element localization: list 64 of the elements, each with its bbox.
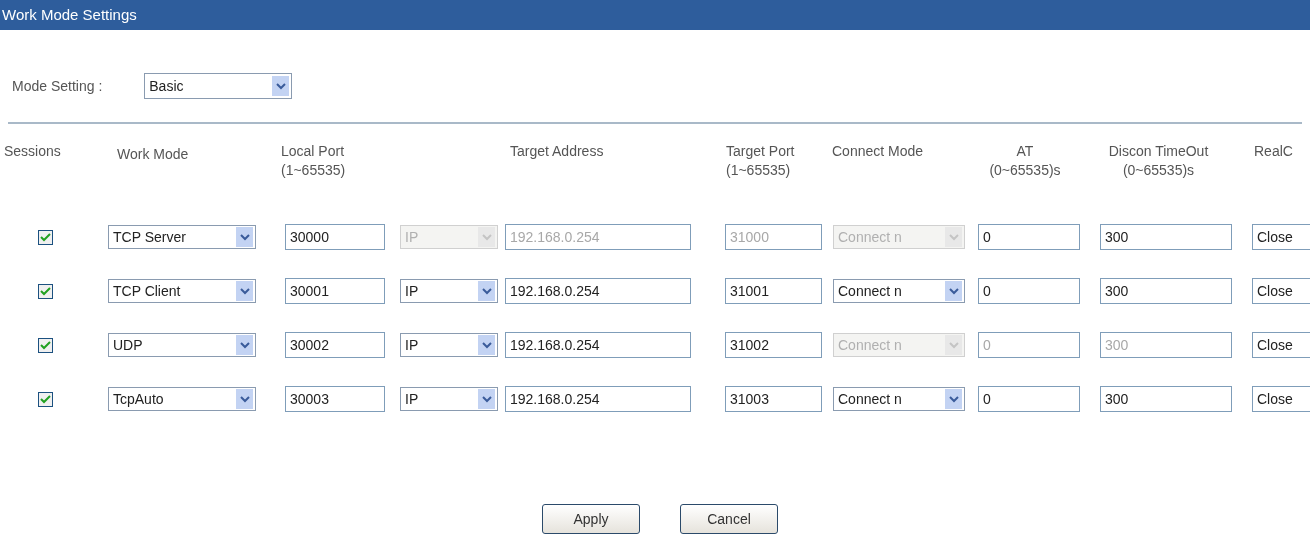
local-port-field[interactable]: 30002 — [285, 332, 385, 358]
column-header: Target Port — [726, 142, 795, 161]
caret-icon — [478, 281, 495, 301]
column-header: AT — [1016, 142, 1034, 161]
caret-icon — [478, 389, 495, 409]
target-port-field[interactable]: 31003 — [725, 386, 822, 412]
mode-setting-label: Mode Setting : — [12, 76, 103, 96]
discon-timeout-field[interactable]: 300 — [1100, 224, 1232, 250]
realc-field[interactable]: Close — [1252, 278, 1310, 304]
caret-icon — [945, 227, 962, 247]
target-address-field[interactable]: 192.168.0.254 — [505, 278, 691, 304]
caret-icon — [945, 335, 962, 355]
column-range: (0~65535)s — [989, 161, 1061, 180]
target-address-field[interactable]: 192.168.0.254 — [505, 386, 691, 412]
session-checkbox[interactable] — [38, 283, 53, 299]
column-range: (1~65535) — [726, 161, 791, 180]
realc-field[interactable]: Close — [1252, 332, 1310, 358]
column-header: Discon TimeOut — [1108, 142, 1209, 161]
target-port-field[interactable]: 31002 — [725, 332, 822, 358]
local-port-field[interactable]: 30001 — [285, 278, 385, 304]
caret-icon — [478, 335, 495, 355]
caret-icon — [236, 335, 253, 355]
address-type-select[interactable]: IP — [400, 387, 498, 411]
caret-icon — [945, 281, 962, 301]
target-address-field[interactable]: 192.168.0.254 — [505, 332, 691, 358]
caret-icon — [236, 389, 253, 409]
caret-icon — [236, 281, 253, 301]
column-range: (0~65535)s — [1122, 161, 1195, 180]
column-header: Work Mode — [117, 145, 189, 164]
session-checkbox[interactable] — [38, 337, 53, 353]
discon-timeout-field[interactable]: 300 — [1100, 386, 1232, 412]
address-type-select[interactable]: IP — [400, 333, 498, 357]
column-header: Sessions — [4, 142, 61, 161]
discon-timeout-field[interactable]: 300 — [1100, 278, 1232, 304]
session-checkbox[interactable] — [38, 229, 53, 245]
column-header: Local Port — [281, 142, 345, 161]
work-mode-select[interactable]: UDP — [108, 333, 256, 357]
session-checkbox[interactable] — [38, 391, 53, 407]
caret-icon — [236, 227, 253, 247]
work-mode-select[interactable]: TcpAuto — [108, 387, 256, 411]
work-mode-select[interactable]: TCP Server — [108, 225, 256, 249]
connect-mode-select[interactable]: Connect n — [833, 279, 965, 303]
column-header: Connect Mode — [832, 142, 924, 161]
at-field[interactable]: 0 — [978, 278, 1080, 304]
work-mode-select[interactable]: TCP Client — [108, 279, 256, 303]
connect-mode-select[interactable]: Connect n — [833, 387, 965, 411]
apply-button[interactable]: Apply — [542, 504, 640, 534]
at-field[interactable]: 0 — [978, 386, 1080, 412]
realc-field[interactable]: Close — [1252, 386, 1310, 412]
caret-icon — [945, 389, 962, 409]
column-header: RealC — [1254, 142, 1293, 161]
local-port-field[interactable]: 30003 — [285, 386, 385, 412]
mode-select[interactable]: Basic — [144, 73, 293, 99]
at-field[interactable]: 0 — [978, 224, 1080, 250]
address-type-select[interactable]: IP — [400, 279, 498, 303]
window-title: Work Mode Settings — [2, 4, 137, 25]
realc-field[interactable]: Close — [1252, 224, 1310, 250]
target-port-field[interactable]: 31001 — [725, 278, 822, 304]
column-header: Target Address — [510, 142, 604, 161]
caret-icon — [478, 227, 495, 247]
local-port-field[interactable]: 30000 — [285, 224, 385, 250]
column-range: (1~65535) — [281, 161, 346, 180]
caret-icon — [272, 76, 290, 96]
cancel-button[interactable]: Cancel — [680, 504, 778, 534]
